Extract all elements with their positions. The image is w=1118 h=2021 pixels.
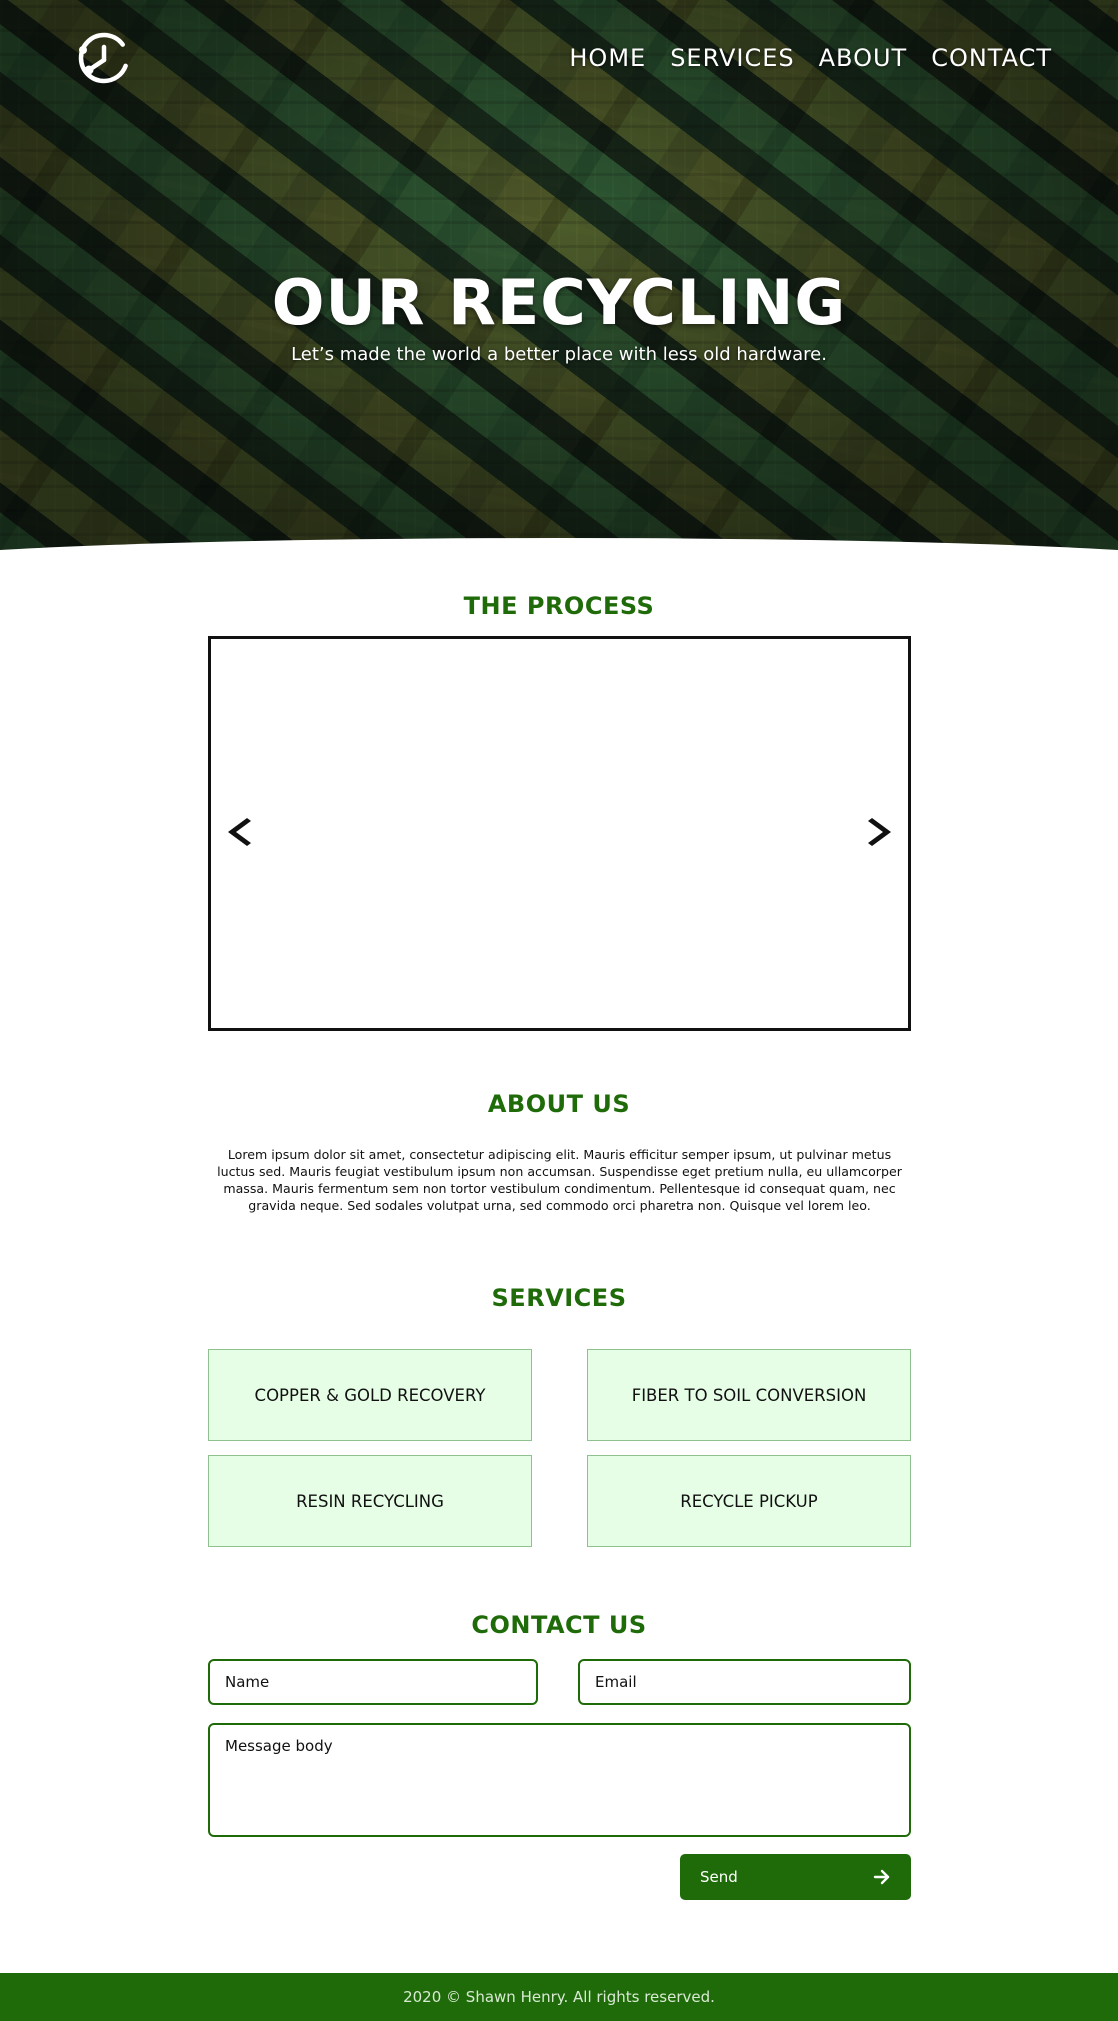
service-card-copper-gold[interactable]: COPPER & GOLD RECOVERY	[208, 1349, 532, 1441]
about-title: ABOUT US	[487, 1090, 631, 1118]
contact-title: CONTACT US	[471, 1611, 647, 1639]
message-field[interactable]	[208, 1723, 911, 1837]
nav-about[interactable]: ABOUT	[819, 44, 908, 72]
footer: 2020 © Shawn Henry. All rights reserved.	[0, 1973, 1118, 2021]
process-title: THE PROCESS	[463, 592, 655, 620]
send-label: Send	[700, 1868, 738, 1886]
arrow-right-icon	[873, 1869, 890, 1885]
send-button[interactable]: Send	[680, 1854, 911, 1900]
service-card-fiber-soil[interactable]: FIBER TO SOIL CONVERSION	[587, 1349, 911, 1441]
email-field[interactable]	[578, 1659, 911, 1705]
hero-subtitle: Let’s made the world a better place with…	[291, 344, 827, 365]
service-card-pickup[interactable]: RECYCLE PICKUP	[587, 1455, 911, 1547]
footer-copyright: 2020 © Shawn Henry. All rights reserved.	[403, 1988, 715, 2006]
nav-home[interactable]: HOME	[569, 44, 646, 72]
service-card-resin[interactable]: RESIN RECYCLING	[208, 1455, 532, 1547]
logo-icon[interactable]	[76, 30, 132, 86]
name-field[interactable]	[208, 1659, 538, 1705]
nav-services[interactable]: SERVICES	[670, 44, 794, 72]
chevron-left-icon[interactable]	[225, 817, 253, 847]
hero-title: OUR RECYCLING	[271, 266, 847, 339]
nav-contact[interactable]: CONTACT	[931, 44, 1052, 72]
process-carousel[interactable]	[208, 636, 911, 1031]
chevron-right-icon[interactable]	[866, 817, 894, 847]
services-title: SERVICES	[491, 1284, 627, 1312]
about-body: Lorem ipsum dolor sit amet, consectetur …	[217, 1147, 902, 1213]
hero-banner: HOME SERVICES ABOUT CONTACT OUR RECYCLIN…	[0, 0, 1118, 560]
main-nav: HOME SERVICES ABOUT CONTACT	[569, 44, 1052, 72]
